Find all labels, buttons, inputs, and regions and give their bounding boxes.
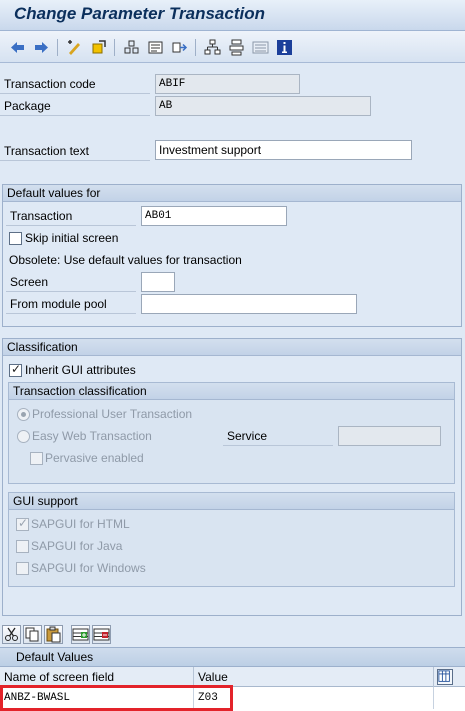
screen-input[interactable] — [141, 272, 175, 292]
inherit-gui-label: Inherit GUI attributes — [25, 363, 136, 377]
toolbar-separator — [114, 39, 115, 56]
check-icon[interactable] — [123, 39, 140, 56]
toolbar-separator — [57, 39, 58, 56]
service-field — [338, 426, 441, 446]
screen-label: Screen — [6, 272, 136, 292]
object-list-icon[interactable] — [204, 39, 221, 56]
pervasive-label: Pervasive enabled — [45, 451, 144, 465]
forward-arrow-icon[interactable] — [33, 39, 50, 56]
default-transaction-input[interactable]: AB01 — [141, 206, 287, 226]
other-object-icon[interactable] — [90, 39, 107, 56]
back-arrow-icon[interactable] — [9, 39, 26, 56]
table-header: Name of screen field Value — [0, 667, 465, 687]
module-pool-label: From module pool — [6, 294, 136, 314]
sapgui-java-label: SAPGUI for Java — [31, 539, 123, 553]
application-toolbar — [0, 31, 465, 63]
where-used-icon[interactable] — [171, 39, 188, 56]
transaction-code-field: ABIF — [155, 74, 300, 94]
column-settings-icon[interactable] — [437, 669, 453, 685]
module-pool-input[interactable] — [141, 294, 357, 314]
transaction-classification-title: Transaction classification — [9, 383, 454, 400]
sapgui-html-checkbox: ✓ — [16, 516, 29, 531]
toolbar-separator — [195, 39, 196, 56]
delete-row-icon[interactable] — [92, 625, 111, 644]
transaction-text-input[interactable]: Investment support — [155, 140, 412, 160]
package-field: AB — [155, 96, 371, 116]
transaction-text-label: Transaction text — [0, 141, 150, 161]
easy-web-radio — [17, 430, 30, 443]
title-bar: Change Parameter Transaction — [0, 0, 465, 31]
page-title: Change Parameter Transaction — [14, 4, 265, 23]
copy-icon[interactable] — [23, 625, 42, 644]
skip-initial-screen-checkbox[interactable] — [9, 232, 22, 245]
navigation-window-icon[interactable] — [228, 39, 245, 56]
column-header-field-name[interactable]: Name of screen field — [0, 667, 194, 687]
info-icon[interactable] — [276, 39, 293, 56]
gui-support-title: GUI support — [9, 493, 454, 510]
classification-group-title: Classification — [3, 339, 461, 356]
radio-selected-dot — [21, 412, 26, 417]
transaction-code-label: Transaction code — [0, 74, 150, 94]
default-values-group-title: Default values for — [3, 185, 461, 202]
display-object-list-icon[interactable] — [252, 39, 269, 56]
insert-row-icon[interactable] — [71, 625, 90, 644]
skip-initial-screen-label: Skip initial screen — [25, 231, 119, 245]
column-header-value[interactable]: Value — [194, 667, 434, 687]
inherit-gui-checkbox[interactable]: ✓ — [9, 362, 22, 377]
activate-icon[interactable] — [147, 39, 164, 56]
service-label: Service — [223, 426, 333, 446]
checkmark-icon: ✓ — [18, 516, 29, 530]
package-label: Package — [0, 96, 150, 116]
sapgui-java-checkbox — [16, 540, 29, 553]
display-change-icon[interactable] — [66, 39, 83, 56]
table-toolbar — [0, 621, 465, 647]
professional-label: Professional User Transaction — [32, 407, 193, 421]
obsolete-note: Obsolete: Use default values for transac… — [9, 253, 242, 267]
easy-web-label: Easy Web Transaction — [32, 429, 152, 443]
sapgui-html-label: SAPGUI for HTML — [31, 517, 130, 531]
sapgui-windows-checkbox — [16, 562, 29, 575]
sapgui-windows-label: SAPGUI for Windows — [31, 561, 146, 575]
professional-radio — [17, 408, 30, 421]
highlight-annotation — [0, 685, 233, 711]
cut-icon[interactable] — [2, 625, 21, 644]
paste-icon[interactable] — [44, 625, 63, 644]
default-values-table-title: Default Values — [0, 647, 465, 667]
default-transaction-label: Transaction — [6, 206, 136, 226]
pervasive-checkbox — [30, 452, 43, 465]
checkmark-icon: ✓ — [11, 362, 22, 376]
